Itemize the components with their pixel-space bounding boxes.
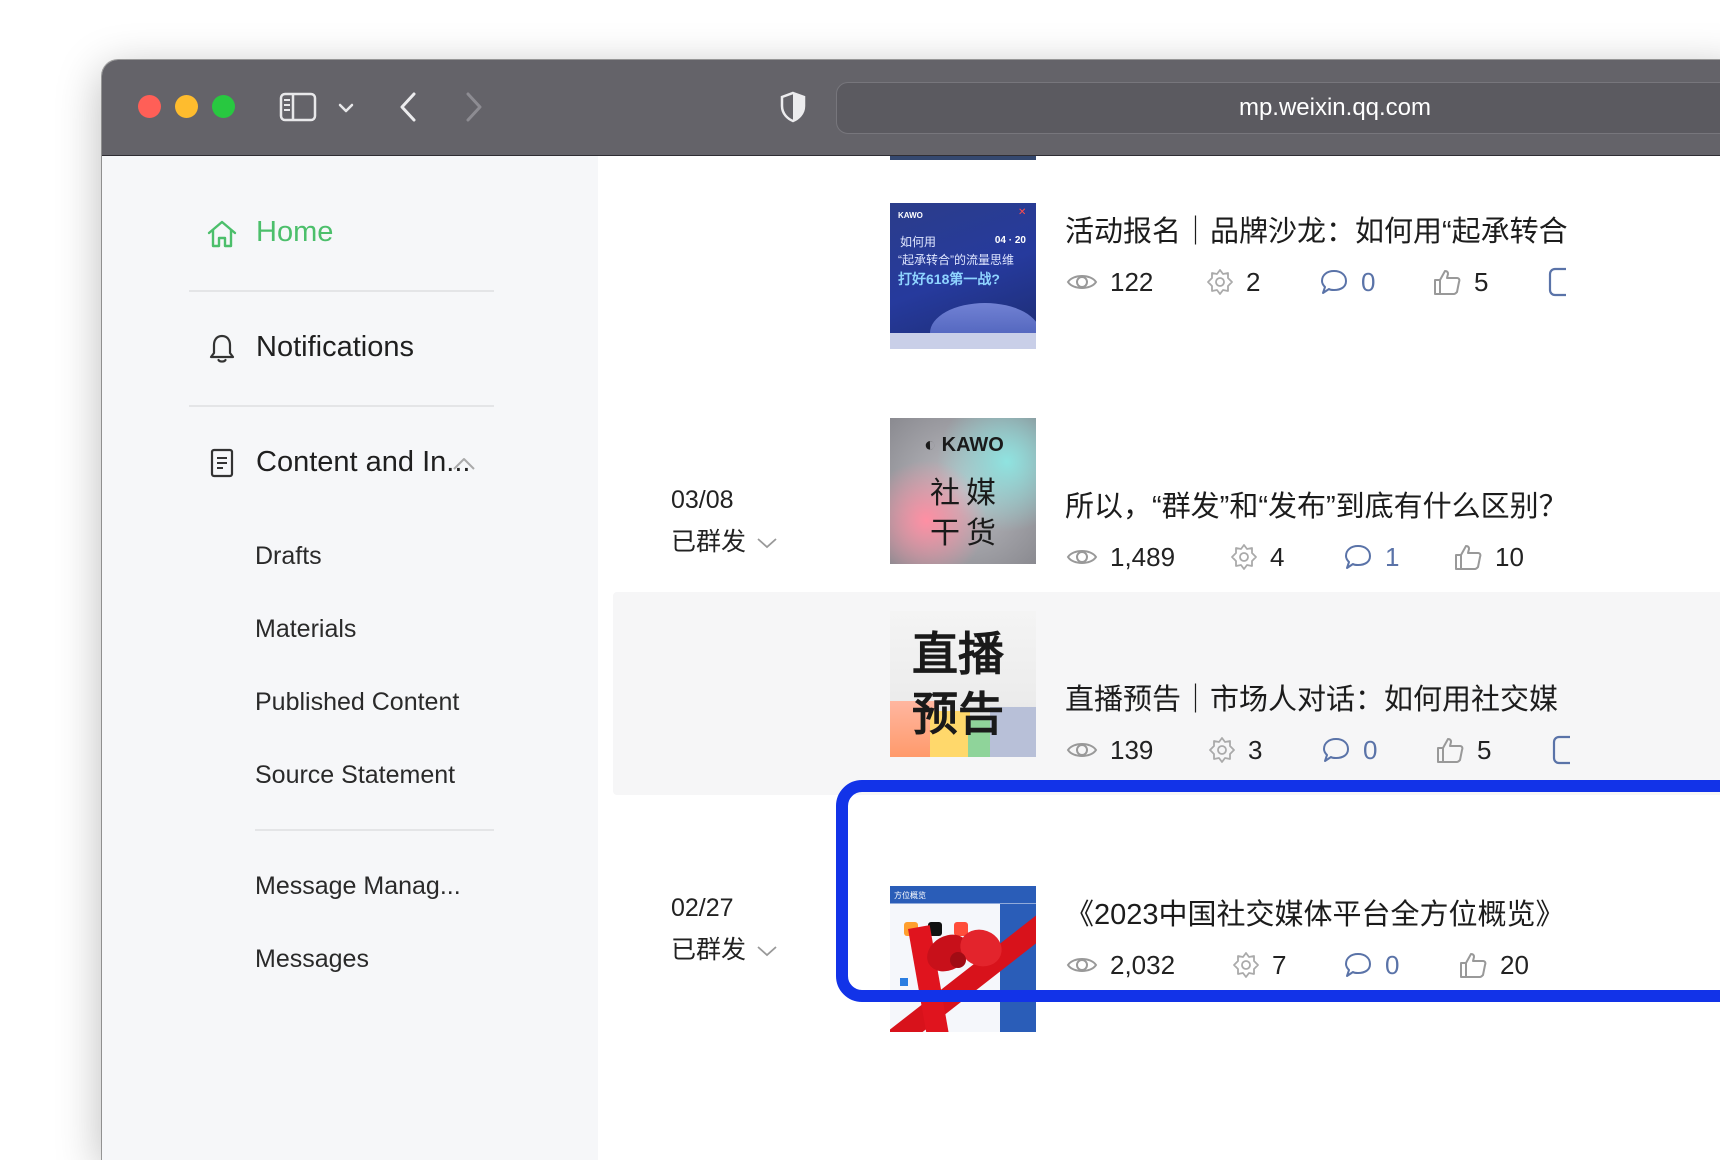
thumbnail-text-2: 预告 xyxy=(912,688,1004,740)
thumbnail-text-1: 社媒 xyxy=(930,477,1002,510)
article-thumbnail[interactable]: ◐ KAWO 社媒 干货 xyxy=(890,418,1036,564)
read-count: 139 xyxy=(1066,733,1153,767)
read-count-value: 122 xyxy=(1110,266,1154,297)
share-icon xyxy=(1231,544,1257,570)
publish-status[interactable]: 已群发 xyxy=(671,522,778,558)
browser-toolbar: mp.weixin.qq.com xyxy=(102,60,1720,156)
read-count-value: 139 xyxy=(1110,734,1154,765)
thumbnail-text-1: 直播 xyxy=(912,628,1004,680)
home-icon xyxy=(207,220,237,248)
sidebar: Home Notifications Content and In... Dra… xyxy=(102,156,598,1160)
share-count-value: 3 xyxy=(1248,734,1263,765)
comment-count-value: 0 xyxy=(1361,266,1376,297)
thumbnail-date: 04 · 20 xyxy=(994,235,1026,246)
share-count: 4 xyxy=(1230,540,1284,574)
like-count: 5 xyxy=(1432,265,1488,299)
like-count-value: 10 xyxy=(1495,541,1524,572)
privacy-shield-icon[interactable] xyxy=(778,90,808,124)
sidebar-toggle-icon[interactable] xyxy=(278,90,318,124)
sidebar-item-source-statement[interactable]: Source Statement xyxy=(255,761,455,790)
chevron-up-icon[interactable] xyxy=(452,456,476,472)
like-count: 10 xyxy=(1453,540,1524,574)
address-bar[interactable]: mp.weixin.qq.com xyxy=(836,82,1720,134)
sidebar-item-home-label: Home xyxy=(256,216,334,248)
thumbs-up-icon xyxy=(1437,738,1464,763)
share-count-value: 4 xyxy=(1270,541,1285,572)
like-count-value: 5 xyxy=(1474,266,1489,297)
thumbnail-text-1: 如何用 xyxy=(900,235,937,249)
close-window-button[interactable] xyxy=(138,95,161,118)
sidebar-item-notifications[interactable]: Notifications xyxy=(256,331,414,364)
sidebar-item-published-content[interactable]: Published Content xyxy=(255,688,459,717)
previous-thumbnail-edge xyxy=(890,156,1036,160)
chevron-down-icon xyxy=(757,946,777,957)
read-count: 1,489 xyxy=(1066,540,1175,574)
browser-window: mp.weixin.qq.com Home Notifications Cont… xyxy=(102,60,1720,1160)
sidebar-item-messages[interactable]: Messages xyxy=(255,945,369,974)
article-title[interactable]: 直播预告｜市场人对话：如何用社交媒 xyxy=(1065,676,1558,718)
article-title[interactable]: 活动报名｜品牌沙龙：如何用“起承转合 xyxy=(1065,208,1568,250)
share-icon xyxy=(1209,737,1235,763)
comment-count[interactable]: 0 xyxy=(1321,733,1377,767)
sidebar-item-content-label: Content and In... xyxy=(256,446,471,478)
comment-count-value: 0 xyxy=(1363,734,1378,765)
thumbnail-brand: ◐ KAWO xyxy=(924,434,1004,456)
publish-status[interactable]: 已群发 xyxy=(671,930,778,966)
forward-icon[interactable] xyxy=(462,90,486,124)
sidebar-item-materials[interactable]: Materials xyxy=(255,615,356,644)
bell-icon xyxy=(209,334,235,363)
comment-count[interactable]: 0 xyxy=(1319,265,1375,299)
like-count-value: 5 xyxy=(1477,734,1492,765)
more-icon[interactable] xyxy=(1546,265,1566,299)
divider xyxy=(255,829,494,831)
more-icon[interactable] xyxy=(1550,733,1570,767)
chevron-down-icon[interactable] xyxy=(336,98,356,118)
published-list: KAWO ✕ 如何用 04 · 20 “起承转合”的流量思维 打好618第一战?… xyxy=(598,156,1720,1160)
close-icon: ✕ xyxy=(1018,207,1027,218)
comment-icon xyxy=(1345,545,1371,569)
share-count: 2 xyxy=(1206,265,1260,299)
comment-count[interactable]: 1 xyxy=(1343,540,1399,574)
zoom-window-button[interactable] xyxy=(212,95,235,118)
publish-date: 03/08 xyxy=(671,486,734,514)
article-thumbnail[interactable]: KAWO ✕ 如何用 04 · 20 “起承转合”的流量思维 打好618第一战? xyxy=(890,203,1036,349)
thumbnail-text-2: “起承转合”的流量思维 xyxy=(898,253,1014,267)
eye-icon xyxy=(1066,550,1098,564)
divider xyxy=(189,405,494,407)
sidebar-item-notifications-label: Notifications xyxy=(256,331,414,363)
divider xyxy=(189,290,494,292)
thumbnail-text-2: 干货 xyxy=(930,517,1002,550)
eye-icon xyxy=(1066,743,1098,757)
sidebar-item-drafts[interactable]: Drafts xyxy=(255,542,322,571)
read-count: 122 xyxy=(1066,265,1153,299)
article-title[interactable]: 所以，“群发”和“发布”到底有什么区别？ xyxy=(1065,483,1568,525)
publish-status-label: 已群发 xyxy=(671,528,747,556)
document-icon xyxy=(210,448,234,478)
article-thumbnail[interactable]: 直播 预告 xyxy=(890,611,1036,757)
comment-icon xyxy=(1323,738,1349,762)
sidebar-item-content[interactable]: Content and In... xyxy=(256,446,470,479)
chevron-down-icon xyxy=(757,538,777,549)
sidebar-item-home[interactable]: Home xyxy=(256,216,333,249)
thumbnail-brand: KAWO xyxy=(898,211,923,220)
thumbs-up-icon xyxy=(1434,270,1461,295)
highlight-frame xyxy=(836,780,1720,1002)
like-count: 5 xyxy=(1435,733,1491,767)
url-text: mp.weixin.qq.com xyxy=(1238,94,1432,121)
thumbnail-text-3: 打好618第一战? xyxy=(898,271,1000,287)
publish-date: 02/27 xyxy=(671,894,734,922)
sidebar-item-message-management[interactable]: Message Manag... xyxy=(255,872,461,901)
back-icon[interactable] xyxy=(396,90,420,124)
share-icon xyxy=(1207,269,1233,295)
comment-icon xyxy=(1321,270,1347,294)
minimize-window-button[interactable] xyxy=(175,95,198,118)
share-count-value: 2 xyxy=(1246,266,1261,297)
eye-icon xyxy=(1066,275,1098,289)
publish-status-label: 已群发 xyxy=(671,936,747,964)
comment-count-value: 1 xyxy=(1385,541,1400,572)
thumbs-up-icon xyxy=(1455,545,1482,570)
thumbnail-graphic xyxy=(890,333,1036,349)
share-count: 3 xyxy=(1208,733,1262,767)
read-count-value: 1,489 xyxy=(1110,541,1176,572)
